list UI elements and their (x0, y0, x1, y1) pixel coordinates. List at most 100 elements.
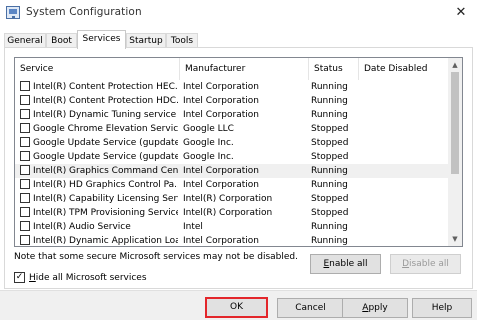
vertical-scrollbar[interactable]: ▲ ▼ (448, 58, 462, 246)
service-checkbox[interactable] (20, 151, 30, 161)
service-checkbox[interactable] (20, 123, 30, 133)
scroll-down-icon[interactable]: ▼ (448, 232, 462, 246)
service-name: Intel(R) Graphics Command Cen... (33, 166, 178, 176)
service-checkbox[interactable] (20, 179, 30, 189)
service-manufacturer: Intel Corporation (183, 82, 259, 92)
service-row[interactable]: Intel(R) TPM Provisioning Service Intel(R… (15, 206, 450, 220)
service-status: Stopped (311, 152, 349, 162)
service-date-disabled (362, 234, 447, 246)
service-date-disabled (362, 150, 447, 164)
service-date-disabled (362, 108, 447, 122)
tab-tools[interactable]: Tools (166, 33, 198, 48)
close-button[interactable]: ✕ (449, 3, 473, 23)
service-checkbox[interactable] (20, 109, 30, 119)
service-manufacturer: Intel Corporation (183, 110, 259, 120)
window-title: System Configuration (26, 6, 142, 18)
tab-services[interactable]: Services (77, 30, 126, 49)
service-date-disabled (362, 178, 447, 192)
service-row[interactable]: Intel(R) Content Protection HDC... Intel … (15, 94, 450, 108)
service-row[interactable]: Google Chrome Elevation Service... Google… (15, 122, 450, 136)
service-checkbox[interactable] (20, 193, 30, 203)
service-name: Intel(R) TPM Provisioning Service (33, 208, 178, 218)
service-status: Stopped (311, 124, 349, 134)
service-manufacturer: Google Inc. (183, 138, 234, 148)
tab-startup[interactable]: Startup (126, 33, 166, 48)
tab-strip: General Boot Services Startup Tools (0, 30, 477, 49)
column-date-disabled[interactable]: Date Disabled (359, 58, 450, 80)
service-row[interactable]: Intel(R) Graphics Command Cen... Intel Co… (15, 164, 450, 178)
tab-boot[interactable]: Boot (46, 33, 77, 48)
service-checkbox[interactable] (20, 95, 30, 105)
service-status: Running (311, 166, 348, 176)
services-list[interactable]: Service Manufacturer Status Date Disable… (14, 57, 463, 247)
column-status[interactable]: Status (309, 58, 359, 80)
service-manufacturer: Intel Corporation (183, 96, 259, 106)
service-manufacturer: Google Inc. (183, 152, 234, 162)
service-row[interactable]: Intel(R) Capability Licensing Service...… (15, 192, 450, 206)
hide-microsoft-services-checkbox[interactable]: ✓ (14, 272, 25, 283)
service-status: Running (311, 236, 348, 246)
service-checkbox[interactable] (20, 81, 30, 91)
column-service[interactable]: Service (15, 58, 180, 80)
service-date-disabled (362, 220, 447, 234)
service-row[interactable]: Intel(R) Dynamic Tuning service Intel Cor… (15, 108, 450, 122)
service-row[interactable]: Intel(R) Dynamic Application Loa... Intel… (15, 234, 450, 246)
service-checkbox[interactable] (20, 235, 30, 245)
service-status: Running (311, 96, 348, 106)
enable-all-label: nable all (329, 259, 368, 269)
service-name: Intel(R) Content Protection HEC... (33, 82, 178, 92)
list-header: Service Manufacturer Status Date Disable… (15, 58, 450, 80)
service-status: Running (311, 82, 348, 92)
service-name: Google Chrome Elevation Service... (33, 124, 178, 134)
service-name: Intel(R) Dynamic Tuning service (33, 110, 177, 120)
service-date-disabled (362, 164, 447, 178)
service-name: Intel(R) Capability Licensing Service... (33, 194, 178, 204)
apply-button[interactable]: Apply (342, 298, 408, 318)
service-manufacturer: Intel (183, 222, 203, 232)
service-checkbox[interactable] (20, 221, 30, 231)
enable-all-button[interactable]: Enable all (310, 254, 381, 274)
hide-label-rest: ide all Microsoft services (35, 273, 147, 283)
tab-general[interactable]: General (4, 33, 46, 48)
service-manufacturer: Intel(R) Corporation (183, 194, 273, 204)
system-configuration-icon (6, 6, 20, 19)
service-date-disabled (362, 206, 447, 220)
cancel-button[interactable]: Cancel (277, 298, 344, 318)
service-date-disabled (362, 80, 447, 94)
service-manufacturer: Google LLC (183, 124, 234, 134)
help-button[interactable]: Help (412, 298, 472, 318)
service-checkbox[interactable] (20, 137, 30, 147)
service-status: Running (311, 222, 348, 232)
service-row[interactable]: Intel(R) HD Graphics Control Pa... Intel … (15, 178, 450, 192)
scroll-thumb[interactable] (451, 72, 459, 174)
column-manufacturer[interactable]: Manufacturer (180, 58, 309, 80)
service-row[interactable]: Intel(R) Audio Service Intel Running (15, 220, 450, 234)
disable-all-hotkey: D (402, 259, 410, 269)
service-checkbox[interactable] (20, 165, 30, 175)
service-row[interactable]: Google Update Service (gupdate) Google In… (15, 136, 450, 150)
service-manufacturer: Intel Corporation (183, 166, 259, 176)
service-status: Running (311, 110, 348, 120)
ok-button[interactable]: OK (205, 297, 268, 318)
service-name: Intel(R) HD Graphics Control Pa... (33, 180, 178, 190)
service-checkbox[interactable] (20, 207, 30, 217)
apply-label: pply (368, 303, 388, 313)
scroll-up-icon[interactable]: ▲ (448, 58, 462, 72)
service-date-disabled (362, 122, 447, 136)
service-row[interactable]: Intel(R) Content Protection HEC... Intel … (15, 80, 450, 94)
service-row[interactable]: Google Update Service (gupdatem) Google I… (15, 150, 450, 164)
service-manufacturer: Intel Corporation (183, 180, 259, 190)
ok-label: OK (230, 302, 243, 312)
title-bar: System Configuration ✕ (0, 0, 477, 27)
hide-microsoft-services-label: Hide all Microsoft services (29, 271, 147, 285)
service-status: Stopped (311, 138, 349, 148)
secure-services-note: Note that some secure Microsoft services… (14, 252, 298, 262)
service-status: Stopped (311, 208, 349, 218)
service-name: Intel(R) Content Protection HDC... (33, 96, 178, 106)
service-name: Google Update Service (gupdate) (33, 138, 178, 148)
disable-all-label: isable all (409, 259, 449, 269)
hide-hotkey: H (29, 273, 36, 283)
service-name: Intel(R) Audio Service (33, 222, 131, 232)
disable-all-button[interactable]: Disable all (390, 254, 461, 274)
service-status: Running (311, 180, 348, 190)
